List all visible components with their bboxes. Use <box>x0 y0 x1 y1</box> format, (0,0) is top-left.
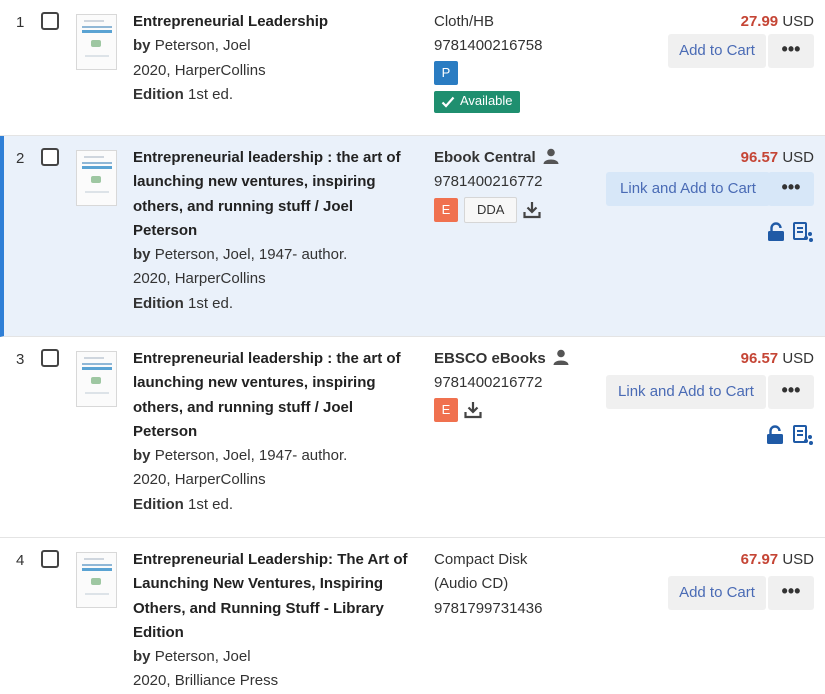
item-format-block: Cloth/HB 9781400216758 P Available <box>434 10 594 117</box>
print-badge: P <box>434 60 458 85</box>
book-cover-thumbnail[interactable] <box>76 552 117 608</box>
by-label: by <box>133 648 151 666</box>
item-author: Peterson, Joel <box>154 37 251 55</box>
select-checkbox[interactable] <box>41 550 59 568</box>
price-currency: USD <box>782 13 814 30</box>
item-format: Ebook Central <box>434 149 536 166</box>
item-details: Entrepreneurial Leadership by Peterson, … <box>133 10 418 107</box>
select-checkbox[interactable] <box>41 12 59 30</box>
item-details: Entrepreneurial Leadership: The Art of L… <box>133 548 418 694</box>
user-icon <box>543 148 559 164</box>
item-publication: 2020, Brilliance Press <box>133 672 279 690</box>
item-edition: 1st ed. <box>188 294 234 312</box>
result-row-3: 3 Entrepreneurial leadership : the art o… <box>0 337 825 538</box>
item-price: 27.99 USD <box>741 13 814 30</box>
item-format-block: Ebook Central 9781400216772 E DDA <box>434 146 594 223</box>
ebook-badge: E <box>434 197 458 222</box>
item-author: Peterson, Joel <box>154 648 251 666</box>
item-isbn: 9781799731436 <box>434 599 543 617</box>
lock-icon[interactable] <box>766 425 784 445</box>
book-cover-thumbnail[interactable] <box>76 150 117 206</box>
item-price: 96.57 USD <box>741 350 814 367</box>
row-number: 2 <box>16 150 25 167</box>
price-amount: 96.57 <box>740 350 779 367</box>
item-author: Peterson, Joel, 1947- author. <box>154 246 348 264</box>
item-details: Entrepreneurial leadership : the art of … <box>133 146 418 316</box>
result-row-4: 4 Entrepreneurial Leadership: The Art of… <box>0 538 825 692</box>
item-format: Compact Disk (Audio CD) <box>434 551 528 593</box>
price-currency: USD <box>782 350 814 367</box>
add-to-cart-button[interactable]: Add to Cart <box>668 576 766 610</box>
by-label: by <box>133 37 151 55</box>
share-list-icon[interactable] <box>793 222 813 242</box>
user-icon <box>553 349 569 365</box>
item-publication: 2020, HarperCollins <box>133 61 266 79</box>
item-format: EBSCO eBooks <box>434 350 546 367</box>
by-label: by <box>133 246 151 264</box>
price-currency: USD <box>782 149 814 166</box>
item-isbn: 9781400216758 <box>434 37 543 55</box>
link-and-add-to-cart-button[interactable]: Link and Add to Cart <box>606 375 766 409</box>
item-edition: 1st ed. <box>188 85 234 103</box>
result-row-2: 2 Entrepreneurial leadership : the art o… <box>0 136 825 337</box>
select-checkbox[interactable] <box>41 148 59 166</box>
item-details: Entrepreneurial leadership : the art of … <box>133 347 418 517</box>
item-format-block: Compact Disk (Audio CD) 9781799731436 <box>434 548 559 621</box>
item-title[interactable]: Entrepreneurial Leadership: The Art of L… <box>133 548 418 645</box>
availability-badge: Available <box>434 90 520 113</box>
row-number: 4 <box>16 552 25 569</box>
dda-badge: DDA <box>464 196 518 223</box>
availability-label: Available <box>460 93 513 109</box>
price-amount: 27.99 <box>740 13 779 30</box>
item-title[interactable]: Entrepreneurial Leadership <box>133 10 418 34</box>
item-publication: 2020, HarperCollins <box>133 471 266 489</box>
more-actions-button[interactable]: ••• <box>768 375 814 409</box>
share-list-icon[interactable] <box>793 425 813 445</box>
edition-label: Edition <box>133 85 184 103</box>
more-actions-button[interactable]: ••• <box>768 172 814 206</box>
row-number: 1 <box>16 14 25 31</box>
edition-label: Edition <box>133 294 184 312</box>
result-row-1: 1 Entrepreneurial Leadership by Peterson… <box>0 0 825 136</box>
check-icon <box>441 96 455 108</box>
book-cover-thumbnail[interactable] <box>76 351 117 407</box>
lock-icon[interactable] <box>767 222 785 242</box>
item-format-block: EBSCO eBooks 9781400216772 E <box>434 347 594 422</box>
item-publication: 2020, HarperCollins <box>133 270 266 288</box>
item-title[interactable]: Entrepreneurial leadership : the art of … <box>133 146 418 243</box>
price-amount: 96.57 <box>740 149 779 166</box>
item-format: Cloth/HB <box>434 13 495 30</box>
more-actions-button[interactable]: ••• <box>768 576 814 610</box>
item-price: 67.97 USD <box>741 551 814 568</box>
item-title[interactable]: Entrepreneurial leadership : the art of … <box>133 347 418 444</box>
link-and-add-to-cart-button[interactable]: Link and Add to Cart <box>606 172 770 206</box>
row-number: 3 <box>16 351 25 368</box>
price-currency: USD <box>782 551 814 568</box>
item-author: Peterson, Joel, 1947- author. <box>154 447 348 465</box>
download-icon[interactable] <box>523 201 542 219</box>
item-isbn: 9781400216772 <box>434 173 543 191</box>
more-actions-button[interactable]: ••• <box>768 34 814 68</box>
price-amount: 67.97 <box>740 551 779 568</box>
by-label: by <box>133 447 151 465</box>
add-to-cart-button[interactable]: Add to Cart <box>668 34 766 68</box>
book-cover-thumbnail[interactable] <box>76 14 117 70</box>
select-checkbox[interactable] <box>41 349 59 367</box>
edition-label: Edition <box>133 495 184 513</box>
item-isbn: 9781400216772 <box>434 374 543 392</box>
item-edition: 1st ed. <box>188 495 234 513</box>
download-icon[interactable] <box>464 401 482 419</box>
ebook-badge: E <box>434 397 458 422</box>
item-price: 96.57 USD <box>741 149 814 166</box>
